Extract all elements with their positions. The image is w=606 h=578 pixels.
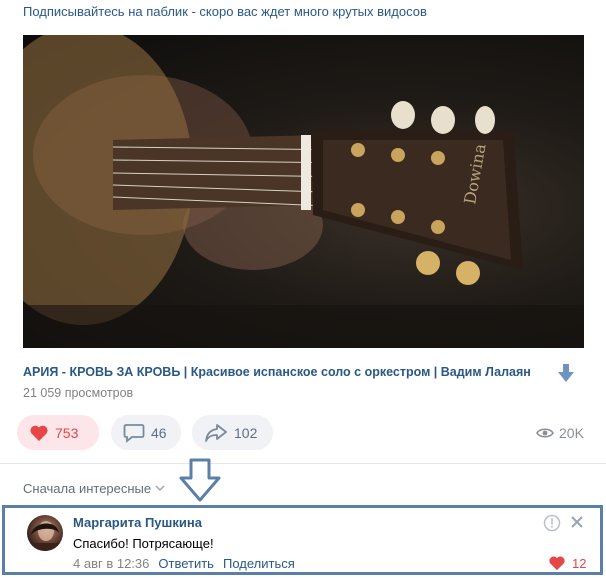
heart-icon xyxy=(30,425,48,441)
comment-icon xyxy=(123,423,145,443)
divider xyxy=(0,463,606,464)
post-text: Подписывайтесь на паблик - скоро вас жде… xyxy=(23,4,427,19)
share-comment-button[interactable]: Поделиться xyxy=(223,556,295,571)
avatar-image xyxy=(27,521,63,551)
eye-icon xyxy=(536,428,554,438)
video-title-link[interactable]: АРИЯ - КРОВЬ ЗА КРОВЬ | Красивое испанск… xyxy=(23,365,531,379)
comment-author-link[interactable]: Маргарита Пушкина xyxy=(73,515,202,530)
avatar[interactable] xyxy=(27,515,63,551)
reply-button[interactable]: Ответить xyxy=(158,556,214,571)
video-thumbnail[interactable]: Dowina xyxy=(23,35,584,348)
annotation-arrow-icon xyxy=(179,458,221,502)
close-icon[interactable] xyxy=(570,515,584,529)
like-button[interactable]: 753 xyxy=(17,415,99,450)
comment-like-count: 12 xyxy=(572,555,587,571)
comment-count: 46 xyxy=(151,424,167,441)
comment-like-button[interactable]: 12 xyxy=(548,555,586,571)
views-count: 20K xyxy=(559,425,584,441)
sort-label: Сначала интересные xyxy=(23,481,152,496)
comment-meta: 4 авг в 12:36 Ответить Поделиться xyxy=(73,556,295,571)
sort-dropdown[interactable]: Сначала интересные xyxy=(23,481,165,496)
share-icon xyxy=(205,423,227,442)
views-stat: 20K xyxy=(536,425,584,441)
comment-date[interactable]: 4 авг в 12:36 xyxy=(73,556,149,571)
report-icon[interactable] xyxy=(543,514,561,532)
heart-icon xyxy=(549,556,565,571)
video-views: 21 059 просмотров xyxy=(23,386,134,400)
comment-button[interactable]: 46 xyxy=(111,415,181,450)
guitar-image: Dowina xyxy=(23,35,584,348)
comment-item: Маргарита Пушкина Спасибо! Потрясающе! 4… xyxy=(2,505,603,575)
share-button[interactable]: 102 xyxy=(192,415,273,450)
arrow-down-icon xyxy=(558,364,574,382)
share-count: 102 xyxy=(234,424,258,441)
chevron-down-icon xyxy=(155,485,165,491)
like-count: 753 xyxy=(55,424,79,441)
comment-text: Спасибо! Потрясающе! xyxy=(73,536,214,551)
